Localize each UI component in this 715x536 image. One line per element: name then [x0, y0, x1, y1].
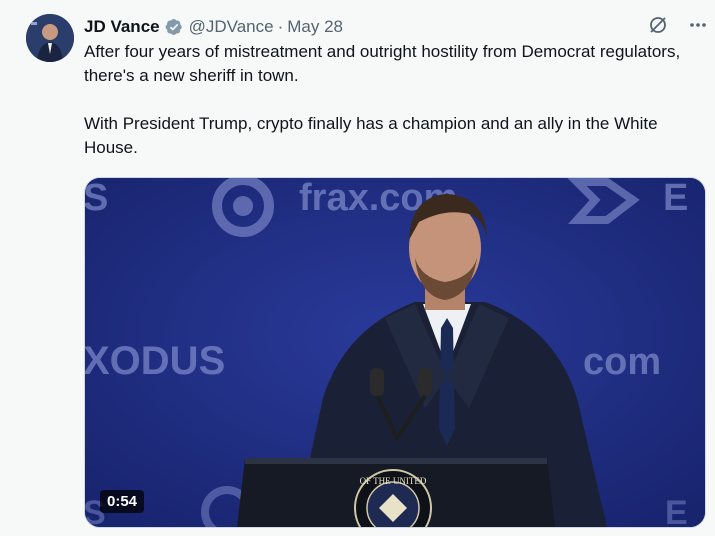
tweet-date[interactable]: May 28 — [287, 17, 343, 37]
backdrop-text-left-top: S — [85, 178, 108, 219]
video-duration-badge: 0:54 — [100, 490, 145, 513]
grok-icon[interactable] — [647, 14, 669, 36]
video-player[interactable]: S frax.com E XODUS com S E OF THE UNITED… — [84, 177, 706, 528]
video-frame: S frax.com E XODUS com S E OF THE UNITED — [85, 178, 705, 527]
tweet-header: JD Vance @JDVance · May 28 — [84, 16, 343, 38]
tweet-card[interactable]: JD Vance @JDVance · May 28 After four ye… — [8, 0, 715, 536]
seal-text: OF THE UNITED — [360, 476, 427, 486]
backdrop-text-right-mid: com — [583, 341, 661, 383]
avatar[interactable] — [26, 14, 74, 62]
separator-dot: · — [277, 17, 284, 36]
verified-badge-icon — [165, 18, 183, 36]
backdrop-text-bottom-right: E — [665, 494, 688, 527]
tweet-paragraph-1: After four years of mistreatment and out… — [84, 42, 681, 85]
more-icon[interactable] — [687, 14, 709, 36]
tweet-text: After four years of mistreatment and out… — [84, 40, 694, 160]
author-handle[interactable]: @JDVance — [189, 17, 274, 37]
podium: OF THE UNITED — [237, 458, 555, 527]
author-name[interactable]: JD Vance — [84, 17, 160, 37]
tweet-paragraph-2: With President Trump, crypto finally has… — [84, 114, 658, 157]
backdrop-text-right-top: E — [663, 178, 688, 219]
tweet-actions — [647, 14, 709, 36]
backdrop-text-left-mid: XODUS — [85, 339, 225, 383]
